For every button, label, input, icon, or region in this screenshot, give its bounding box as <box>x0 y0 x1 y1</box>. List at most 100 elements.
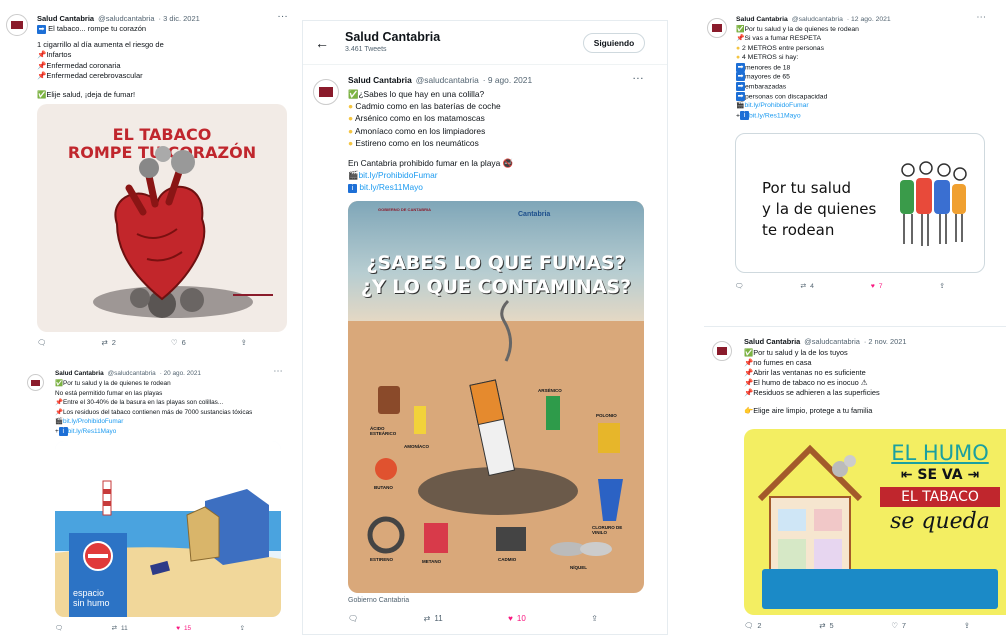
tweet-image[interactable]: GOBIERNO DE CANTABRIA Cantabria ¿SABES L… <box>348 201 644 593</box>
pin-icon: 📌 <box>744 358 754 367</box>
author-name[interactable]: Salud Cantabria <box>37 14 94 23</box>
back-arrow-icon[interactable]: ← <box>315 35 329 51</box>
tweet-text-line: 📌Infartos <box>37 50 72 60</box>
more-options-icon[interactable]: ··· <box>633 73 644 83</box>
author-name[interactable]: Salud Cantabria <box>736 16 788 23</box>
share-button[interactable]: ⇪ <box>939 282 945 290</box>
tweet-text-line: ● Cadmio como en las baterías de coche <box>348 101 501 112</box>
retweet-button[interactable]: ⇄ 5 <box>819 621 833 630</box>
author-name[interactable]: Salud Cantabria <box>744 337 800 346</box>
author-handle[interactable]: @saludcantabria <box>108 370 156 377</box>
image-caption: Gobierno Cantabria <box>348 597 410 604</box>
author-name[interactable]: Salud Cantabria <box>348 75 412 85</box>
more-options-icon[interactable]: ··· <box>278 12 289 21</box>
share-icon: ⇪ <box>963 621 970 630</box>
share-button[interactable]: ⇪ <box>241 338 247 347</box>
tweet-text-line: 📌Los residuos del tabaco contienen más d… <box>55 408 253 416</box>
retweet-button[interactable]: ⇄ 11 <box>424 614 443 623</box>
tweet-card-image[interactable]: Por tu salud y la de quienes te rodean <box>735 133 985 273</box>
author-handle[interactable]: @saludcantabria <box>416 75 479 85</box>
chemical-label: METANO <box>422 559 442 564</box>
reply-button[interactable]: 🗨 <box>55 624 63 632</box>
author-handle[interactable]: @saludcantabria <box>98 14 154 23</box>
check-icon: ✅ <box>348 89 359 99</box>
pin-icon: 📌 <box>744 378 754 387</box>
tweet-text-line: ✅¿Sabes lo que hay en una colilla? <box>348 89 485 99</box>
tweet-text-line: ● 2 METROS entre personas <box>736 44 824 52</box>
share-icon: ⇪ <box>591 614 598 623</box>
reply-button[interactable]: 🗨 <box>735 282 744 290</box>
tweet-link[interactable]: + i bit.ly/Res11Mayo <box>736 110 859 121</box>
avatar[interactable] <box>27 374 44 391</box>
gov-logo <box>233 294 273 316</box>
tweet-link[interactable]: 🎬bit.ly/ProhibidoFumar <box>348 169 513 181</box>
tweet-card[interactable]: Salud Cantabria @saludcantabria · 3 dic.… <box>0 0 298 352</box>
author-handle[interactable]: @saludcantabria <box>804 337 860 346</box>
retweet-icon: ⇄ <box>423 614 431 623</box>
retweet-button[interactable]: ⇄ 11 <box>112 624 128 633</box>
tweet-link[interactable]: + i bit.ly/Res11Mayo <box>55 426 252 437</box>
like-button[interactable]: ♥ 10 <box>508 614 526 623</box>
pin-icon: 📌 <box>744 368 754 377</box>
heart-icon: ♡ <box>891 621 898 630</box>
retweet-button[interactable]: ⇄ 2 <box>101 338 115 347</box>
tweet-text-line: ✅Por tu salud y la de los tuyos <box>744 348 848 357</box>
like-count: 7 <box>901 621 907 630</box>
reply-button[interactable]: 🗨 <box>348 614 358 623</box>
avatar[interactable] <box>712 341 732 361</box>
bullet-icon: ● <box>348 113 354 124</box>
share-icon: ⇪ <box>240 338 247 347</box>
tweet-text-line: 📌no fumes en casa <box>744 358 812 367</box>
author-handle[interactable]: @saludcantabria <box>792 16 843 23</box>
tweet-image[interactable]: EL HUMO ⇤ SE VA ⇥ EL TABACO se queda <box>744 429 1006 615</box>
like-button[interactable]: ♥ 7 <box>871 283 883 290</box>
tweet-text-line: ➡ personas con discapacidad <box>736 91 828 101</box>
reply-button[interactable]: 🗨 2 <box>744 621 762 630</box>
tweet-text-line: 👉Elige aire limpio, protege a tu familia <box>744 406 873 415</box>
more-options-icon[interactable]: ··· <box>977 14 987 21</box>
reply-icon: 🗨 <box>55 625 64 632</box>
tweet-text-line: ➡ mayores de 65 <box>736 72 790 82</box>
tweet-card[interactable]: Salud Cantabria @saludcantabria · 12 ago… <box>701 8 1006 298</box>
tweet-text-line: ● Estireno como en los neumáticos <box>348 137 479 148</box>
tweet-card[interactable]: Salud Cantabria @saludcantabria · 20 ago… <box>20 362 298 635</box>
reply-button[interactable]: 🗨 <box>37 338 47 347</box>
following-button[interactable]: Siguiendo <box>583 33 645 53</box>
avatar[interactable] <box>707 18 727 38</box>
tweet-count: 3.461 Tweets <box>345 46 387 53</box>
tweet-link[interactable]: i bit.ly/Res11Mayo <box>348 181 513 193</box>
tweet-date[interactable]: · 20 ago. 2021 <box>160 370 201 377</box>
tweet-text-line: ➡ El tabaco... rompe tu corazón <box>37 24 147 34</box>
author-name[interactable]: Salud Cantabria <box>55 370 104 377</box>
tweet-image[interactable]: EL TABACO ROMPE TU CORAZÓN <box>37 104 287 332</box>
tweet-date[interactable]: · 9 ago. 2021 <box>483 75 532 85</box>
share-button[interactable]: ⇪ <box>591 614 598 623</box>
tweet-date[interactable]: · 3 dic. 2021 <box>159 14 200 23</box>
tweet-date[interactable]: · 12 ago. 2021 <box>847 16 891 23</box>
tweet-text-line: ● Amoníaco como en los limpiadores <box>348 125 486 136</box>
like-button[interactable]: ♥ 15 <box>176 625 191 632</box>
avatar[interactable] <box>6 14 28 36</box>
profile-title: Salud Cantabria <box>345 30 441 44</box>
share-button[interactable]: ⇪ <box>240 624 245 632</box>
retweet-count: 5 <box>829 621 834 630</box>
like-button[interactable]: ♡ 7 <box>891 621 906 630</box>
avatar[interactable] <box>313 79 339 105</box>
pin-icon: 📌 <box>744 388 754 397</box>
tweet-link[interactable]: 🎬bit.ly/ProhibidoFumar <box>736 101 859 110</box>
arrow-icon: ➡ <box>37 24 46 34</box>
more-options-icon[interactable]: ··· <box>274 368 283 375</box>
tweet-date[interactable]: · 2 nov. 2021 <box>864 337 907 346</box>
retweet-count: 4 <box>810 282 814 290</box>
tweet-card[interactable]: Salud Cantabria @saludcantabria · 2 nov.… <box>704 326 1006 635</box>
tweet-text-line: 📌Si vas a fumar RESPETA <box>736 35 822 43</box>
tweet-text-line: No está permitido fumar en las playas <box>55 389 163 397</box>
like-count: 6 <box>181 338 186 347</box>
tweet-text-line: 📌El humo de tabaco no es inocuo ⚠ <box>744 378 868 387</box>
like-button[interactable]: ♡ 6 <box>171 338 186 347</box>
heart-filled-icon: ♥ <box>508 614 513 623</box>
retweet-button[interactable]: ⇄ 4 <box>800 282 814 291</box>
tweet-link[interactable]: 🎬bit.ly/ProhibidoFumar <box>55 417 252 427</box>
tweet-image[interactable]: espacio sin humo <box>55 441 281 617</box>
share-button[interactable]: ⇪ <box>964 621 970 630</box>
